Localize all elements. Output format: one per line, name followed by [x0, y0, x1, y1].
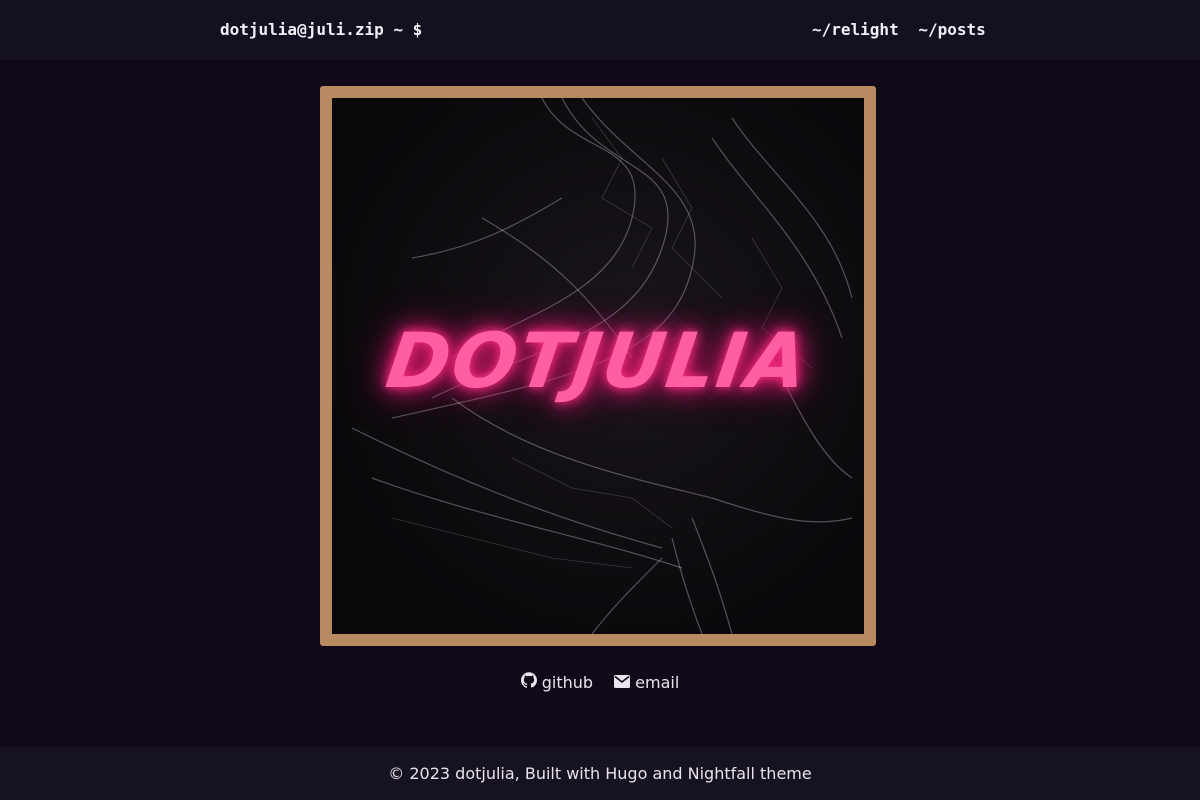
cover-art-frame: DOTJULIA [320, 86, 876, 646]
cover-art-image: DOTJULIA [332, 98, 864, 634]
github-link[interactable]: github [520, 672, 594, 692]
envelope-icon [614, 673, 631, 692]
site-footer: © 2023 dotjulia, Built with Hugo and Nig… [0, 747, 1200, 800]
social-links: github email [0, 672, 1200, 692]
site-brand-link[interactable]: dotjulia@juli.zip ~ $ [220, 20, 422, 39]
email-link[interactable]: email [614, 673, 679, 692]
main-nav: ~/relight ~/posts [812, 20, 986, 39]
top-bar: dotjulia@juli.zip ~ $ ~/relight ~/posts [0, 0, 1200, 60]
github-label: github [541, 672, 594, 692]
email-label: email [635, 673, 680, 692]
nav-link-relight[interactable]: ~/relight [812, 20, 899, 39]
footer-text: © 2023 dotjulia, Built with Hugo and Nig… [388, 764, 812, 783]
nav-link-posts[interactable]: ~/posts [918, 20, 985, 39]
neon-logo-text: DOTJULIA [381, 316, 815, 405]
github-icon [520, 672, 537, 692]
